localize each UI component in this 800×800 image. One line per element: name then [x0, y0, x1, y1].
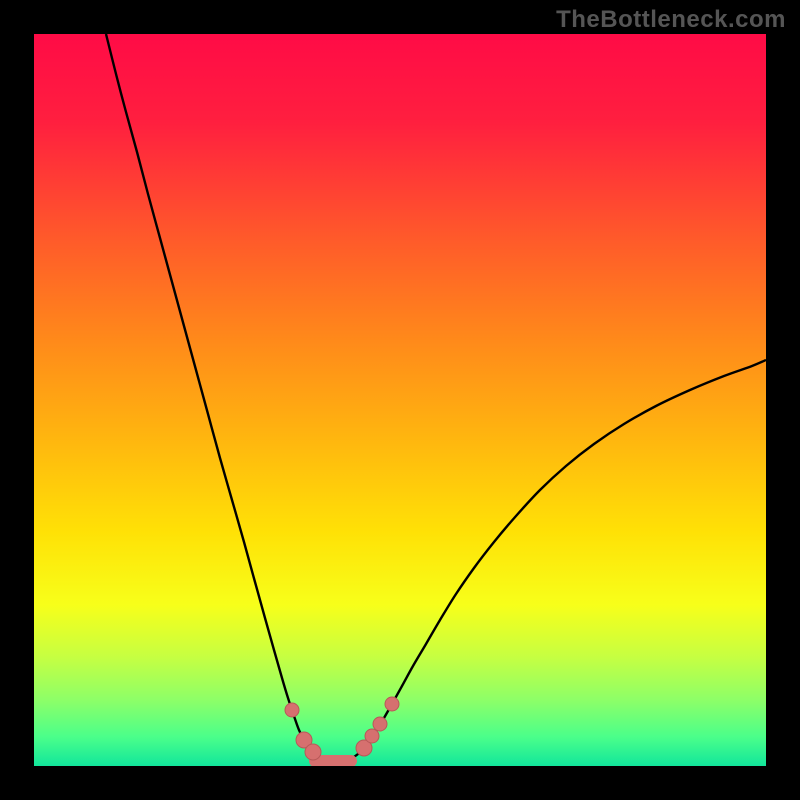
- dot-marker: [365, 729, 379, 743]
- gradient-background: [34, 34, 766, 766]
- dot-marker: [305, 744, 321, 760]
- chart-svg: [34, 34, 766, 766]
- dot-marker: [373, 717, 387, 731]
- chart-frame: TheBottleneck.com: [0, 0, 800, 800]
- watermark-text: TheBottleneck.com: [556, 6, 786, 34]
- plot-area: [34, 34, 766, 766]
- dot-marker: [385, 697, 399, 711]
- dot-marker: [285, 703, 299, 717]
